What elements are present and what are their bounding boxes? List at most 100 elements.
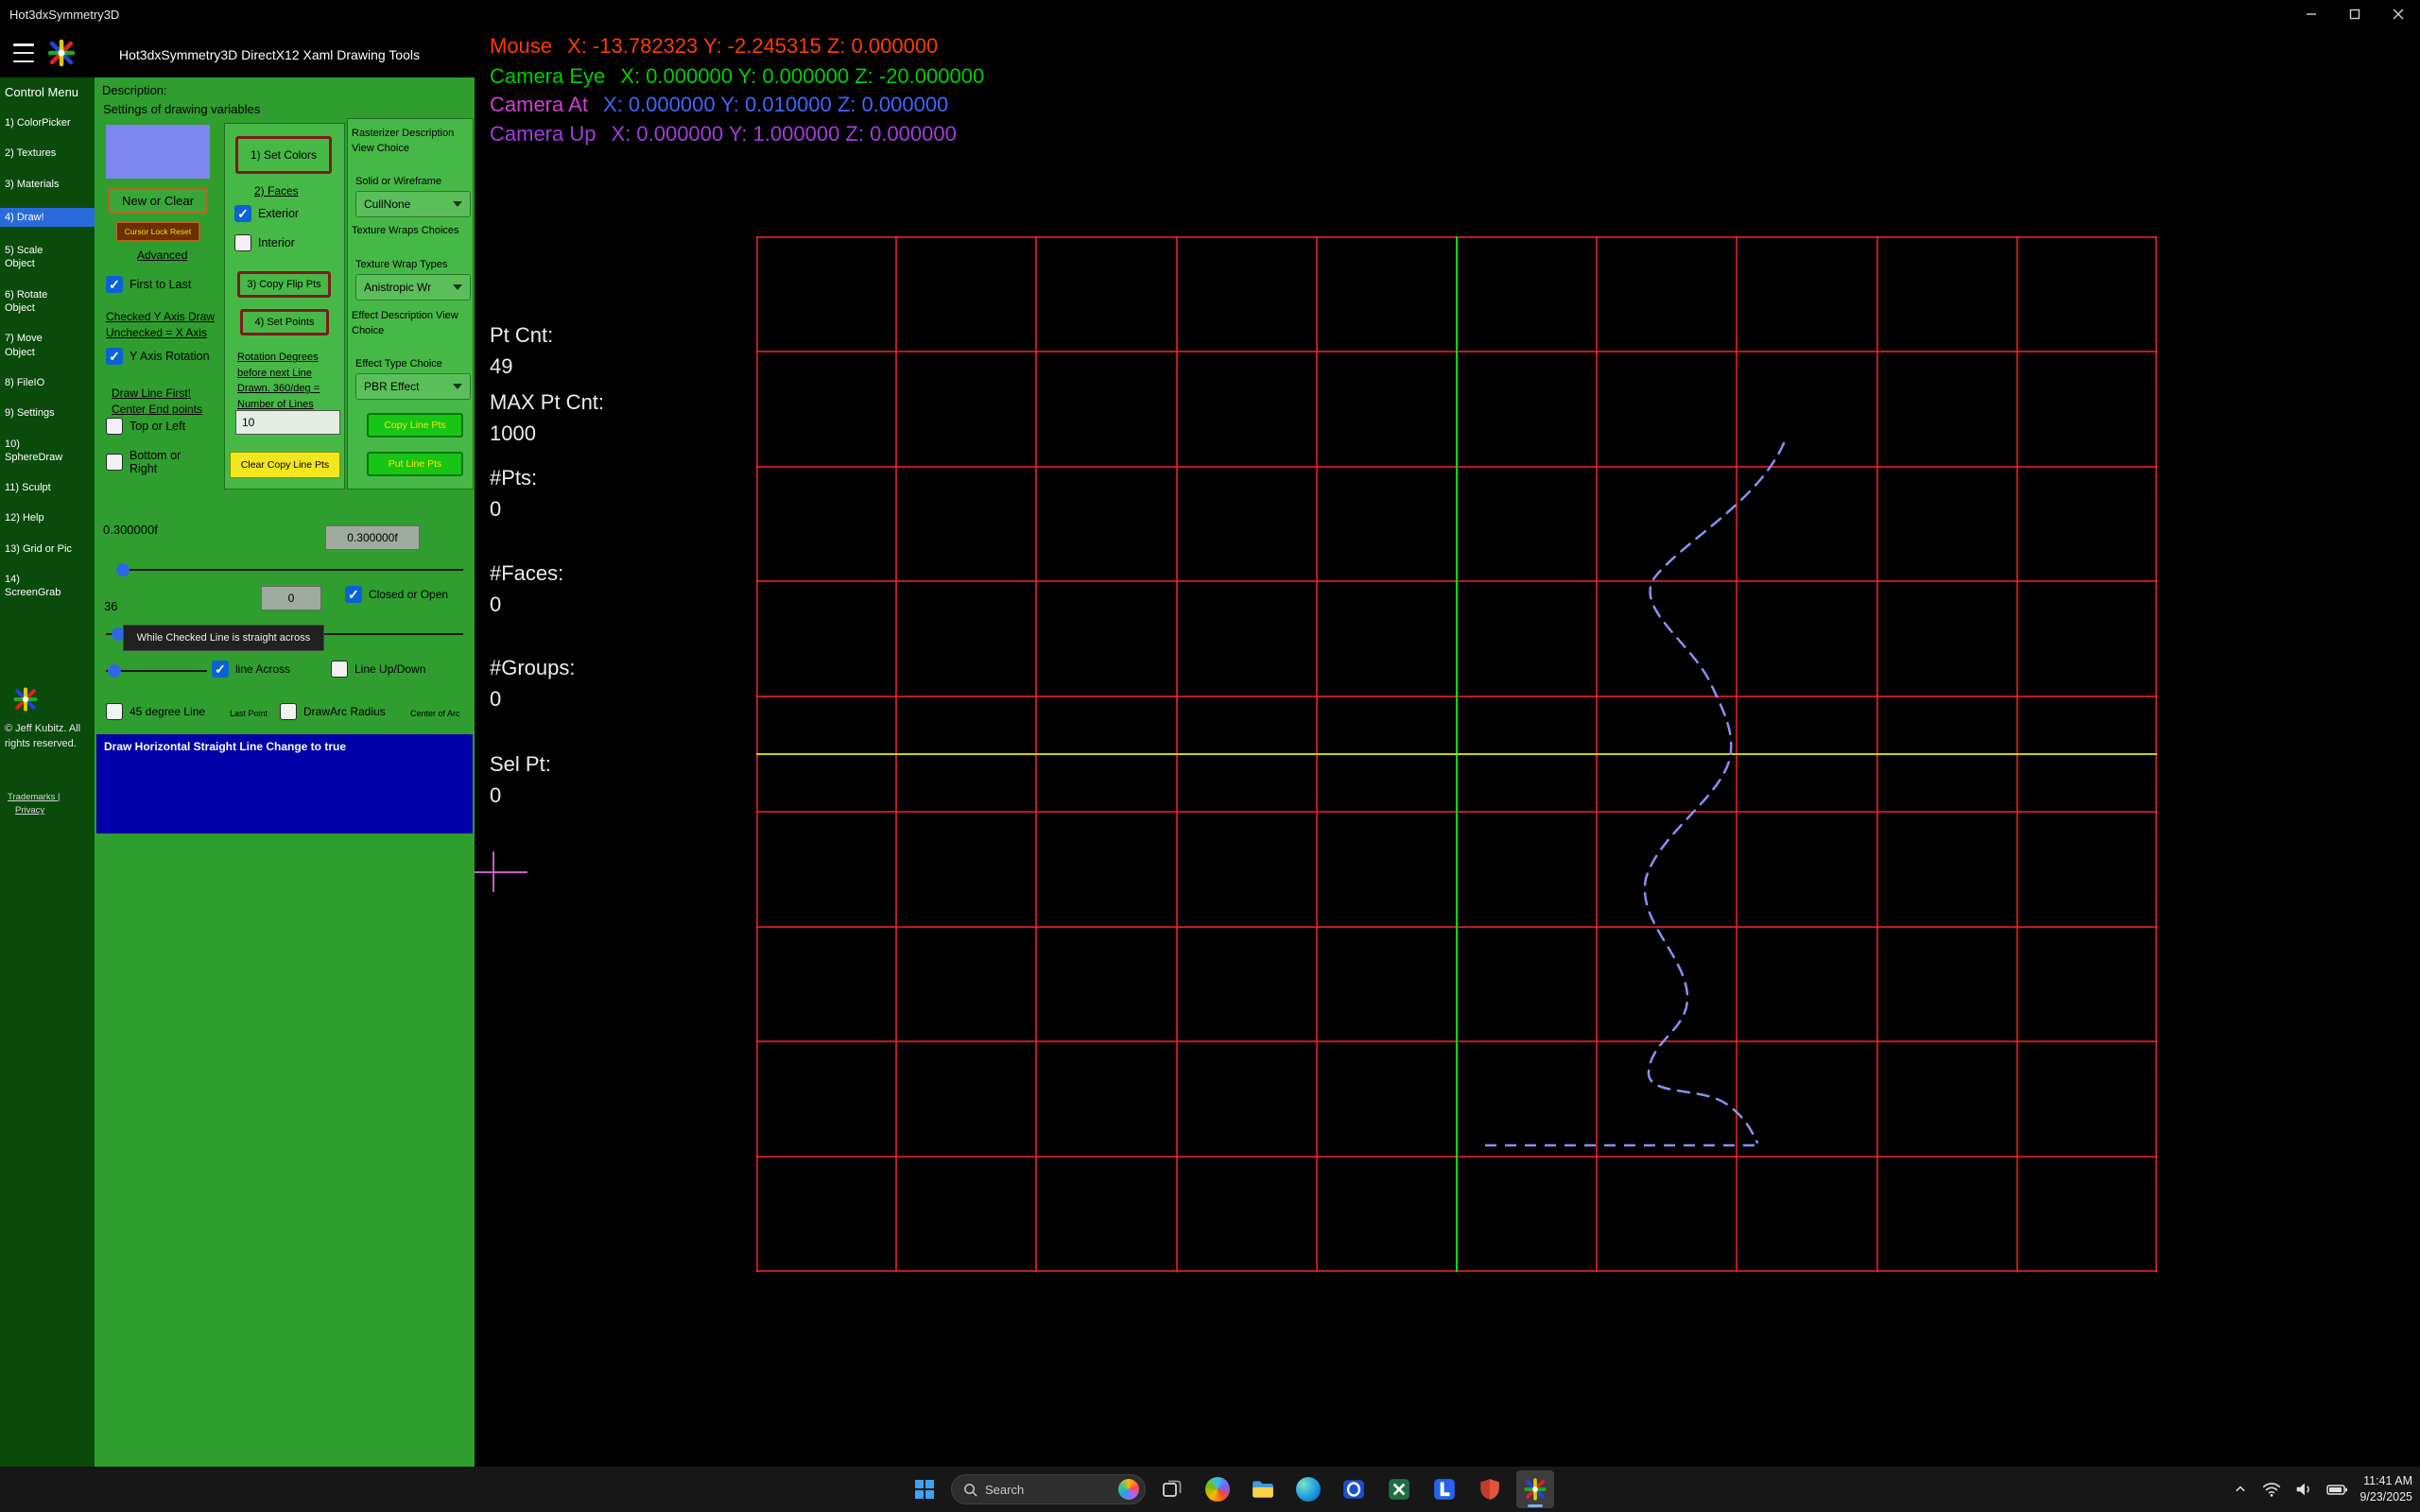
bottom-or-right-checkbox[interactable] bbox=[106, 454, 123, 471]
slider-track[interactable] bbox=[106, 670, 207, 672]
sidebar-item-rotate-object[interactable]: 6) Rotate Object bbox=[5, 288, 75, 316]
effect-type-dropdown[interactable]: PBR Effect bbox=[355, 373, 471, 400]
close-icon[interactable] bbox=[2377, 0, 2420, 28]
faces-label: #Faces: bbox=[490, 561, 563, 586]
battery-icon[interactable] bbox=[2325, 1478, 2348, 1501]
cull-mode-dropdown[interactable]: CullNone bbox=[355, 191, 471, 217]
bottom-or-right-label: Bottom or Right bbox=[130, 449, 198, 475]
sidebar-item-spheredraw[interactable]: 10) SphereDraw bbox=[5, 438, 75, 465]
count-value-box[interactable]: 0 bbox=[261, 586, 321, 610]
window-title: Hot3dxSymmetry3D bbox=[9, 8, 119, 22]
sidebar-item-sculpt[interactable]: 11) Sculpt bbox=[5, 481, 75, 494]
sidebar-item-draw[interactable]: 4) Draw! bbox=[0, 208, 95, 227]
45-degree-line-checkbox[interactable] bbox=[106, 703, 123, 720]
copilot-icon[interactable] bbox=[1199, 1470, 1236, 1508]
slider-track[interactable] bbox=[116, 569, 463, 571]
slider-thumb[interactable] bbox=[108, 664, 121, 678]
texture-wraps-choices-label: Texture Wraps Choices bbox=[352, 225, 459, 236]
window-titlebar: Hot3dxSymmetry3D bbox=[0, 0, 2420, 28]
mouse-coordinates: MouseX: -13.782323 Y: -2.245315 Z: 0.000… bbox=[490, 34, 938, 59]
advanced-link[interactable]: Advanced bbox=[137, 249, 187, 262]
set-points-button[interactable]: 4) Set Points bbox=[240, 309, 329, 335]
exterior-checkbox[interactable] bbox=[234, 205, 251, 222]
start-button[interactable] bbox=[906, 1470, 943, 1508]
top-or-left-label: Top or Left bbox=[130, 420, 185, 433]
defender-shield-icon[interactable] bbox=[1471, 1470, 1509, 1508]
line-up-down-checkbox[interactable] bbox=[331, 661, 348, 678]
y-axis-rotation-checkbox[interactable] bbox=[106, 348, 123, 365]
sidebar-item-grid-or-pic[interactable]: 13) Grid or Pic bbox=[5, 542, 75, 556]
unchecked-x-axis-label: Unchecked = X Axis bbox=[106, 325, 215, 341]
sidebar-item-textures[interactable]: 2) Textures bbox=[5, 146, 75, 160]
hot3dx-app-icon[interactable] bbox=[1516, 1470, 1554, 1508]
float-slider[interactable] bbox=[116, 562, 463, 577]
sidebar-item-materials[interactable]: 3) Materials bbox=[5, 178, 75, 191]
sidebar-item-help[interactable]: 12) Help bbox=[5, 511, 75, 524]
excel-icon[interactable] bbox=[1380, 1470, 1418, 1508]
drawing-grid[interactable] bbox=[756, 236, 2157, 1272]
line-across-checkbox[interactable] bbox=[212, 661, 229, 678]
new-or-clear-button[interactable]: New or Clear bbox=[108, 188, 208, 214]
app-logo-icon bbox=[12, 686, 39, 713]
draw-arc-radius-checkbox[interactable] bbox=[280, 703, 297, 720]
pt-cnt-label: Pt Cnt: bbox=[490, 323, 553, 348]
edge-browser-icon[interactable] bbox=[1289, 1470, 1327, 1508]
set-colors-button[interactable]: 1) Set Colors bbox=[235, 136, 332, 174]
sidebar-item-colorpicker[interactable]: 1) ColorPicker bbox=[5, 116, 75, 129]
task-view-icon[interactable] bbox=[1153, 1470, 1191, 1508]
first-to-last-checkbox[interactable] bbox=[106, 276, 123, 293]
color-swatch[interactable] bbox=[106, 125, 210, 179]
interior-checkbox[interactable] bbox=[234, 234, 251, 251]
rotation-degrees-label: before next Line bbox=[237, 366, 320, 382]
float-value-box[interactable]: 0.300000f bbox=[325, 525, 420, 550]
copy-flip-pts-button[interactable]: 3) Copy Flip Pts bbox=[237, 271, 331, 298]
tray-date: 9/23/2025 bbox=[2360, 1489, 2412, 1505]
taskbar-search[interactable]: Search bbox=[951, 1474, 1146, 1504]
top-or-left-checkbox[interactable] bbox=[106, 418, 123, 435]
slider-thumb[interactable] bbox=[116, 563, 130, 576]
effect-type-value: PBR Effect bbox=[364, 380, 419, 393]
outlook-icon[interactable] bbox=[1335, 1470, 1373, 1508]
sidebar-item-move-object[interactable]: 7) Move Object bbox=[5, 332, 75, 359]
pts-value: 0 bbox=[490, 497, 501, 522]
pt-cnt-value: 49 bbox=[490, 354, 512, 379]
minimize-icon[interactable] bbox=[2290, 0, 2333, 28]
count-label: 36 bbox=[104, 599, 117, 613]
rasterizer-description-label: View Choice bbox=[352, 141, 454, 156]
trademarks-link[interactable]: Trademarks | bbox=[8, 792, 60, 802]
texture-wrap-dropdown[interactable]: Anistropic Wr bbox=[355, 274, 471, 301]
hamburger-menu-icon[interactable] bbox=[13, 43, 36, 62]
sidebar-item-screengrab[interactable]: 14) ScreenGrab bbox=[5, 573, 75, 600]
app-header: Hot3dxSymmetry3D DirectX12 Xaml Drawing … bbox=[0, 28, 475, 77]
file-explorer-icon[interactable] bbox=[1244, 1470, 1282, 1508]
draw-settings-group: 1) Set Colors 2) Faces Exterior Interior… bbox=[224, 123, 345, 490]
closed-or-open-checkbox[interactable] bbox=[345, 586, 362, 603]
taskbar-clock[interactable]: 11:41 AM 9/23/2025 bbox=[2360, 1473, 2412, 1505]
sidebar-item-fileio[interactable]: 8) FileIO bbox=[5, 376, 75, 389]
texture-wrap-value: Anistropic Wr bbox=[364, 281, 431, 294]
drawing-viewport[interactable]: MouseX: -13.782323 Y: -2.245315 Z: 0.000… bbox=[475, 28, 2420, 1467]
l-app-icon[interactable] bbox=[1426, 1470, 1463, 1508]
center-of-arc-label: Center of Arc bbox=[410, 709, 460, 718]
slider-tooltip: While Checked Line is straight across bbox=[123, 625, 324, 651]
rasterizer-description-label: Rasterizer Description bbox=[352, 126, 454, 141]
clear-copy-line-pts-button[interactable]: Clear Copy Line Pts bbox=[230, 452, 340, 478]
line-slider[interactable] bbox=[106, 663, 207, 679]
maximize-icon[interactable] bbox=[2333, 0, 2377, 28]
camera-at-coordinates: Camera AtX: 0.000000 Y: 0.010000 Z: 0.00… bbox=[490, 93, 948, 117]
line-across-label: line Across bbox=[235, 662, 290, 676]
privacy-link[interactable]: Privacy bbox=[15, 805, 44, 816]
sidebar-item-scale-object[interactable]: 5) Scale Object bbox=[5, 244, 75, 271]
copy-line-pts-button[interactable]: Copy Line Pts bbox=[367, 413, 463, 438]
sidebar-item-settings[interactable]: 9) Settings bbox=[5, 406, 75, 420]
put-line-pts-button[interactable]: Put Line Pts bbox=[367, 452, 463, 476]
cursor-lock-reset-button[interactable]: Cursor Lock Reset bbox=[115, 221, 200, 242]
sel-pt-value: 0 bbox=[490, 783, 501, 808]
effect-description-label: Effect Description View bbox=[352, 308, 458, 323]
rotation-degrees-input[interactable] bbox=[235, 410, 340, 435]
tray-chevron-up-icon[interactable] bbox=[2231, 1480, 2250, 1499]
volume-icon[interactable] bbox=[2293, 1479, 2314, 1500]
app-logo-icon bbox=[46, 38, 77, 68]
wifi-icon[interactable] bbox=[2261, 1479, 2282, 1500]
window-controls bbox=[2290, 0, 2420, 28]
